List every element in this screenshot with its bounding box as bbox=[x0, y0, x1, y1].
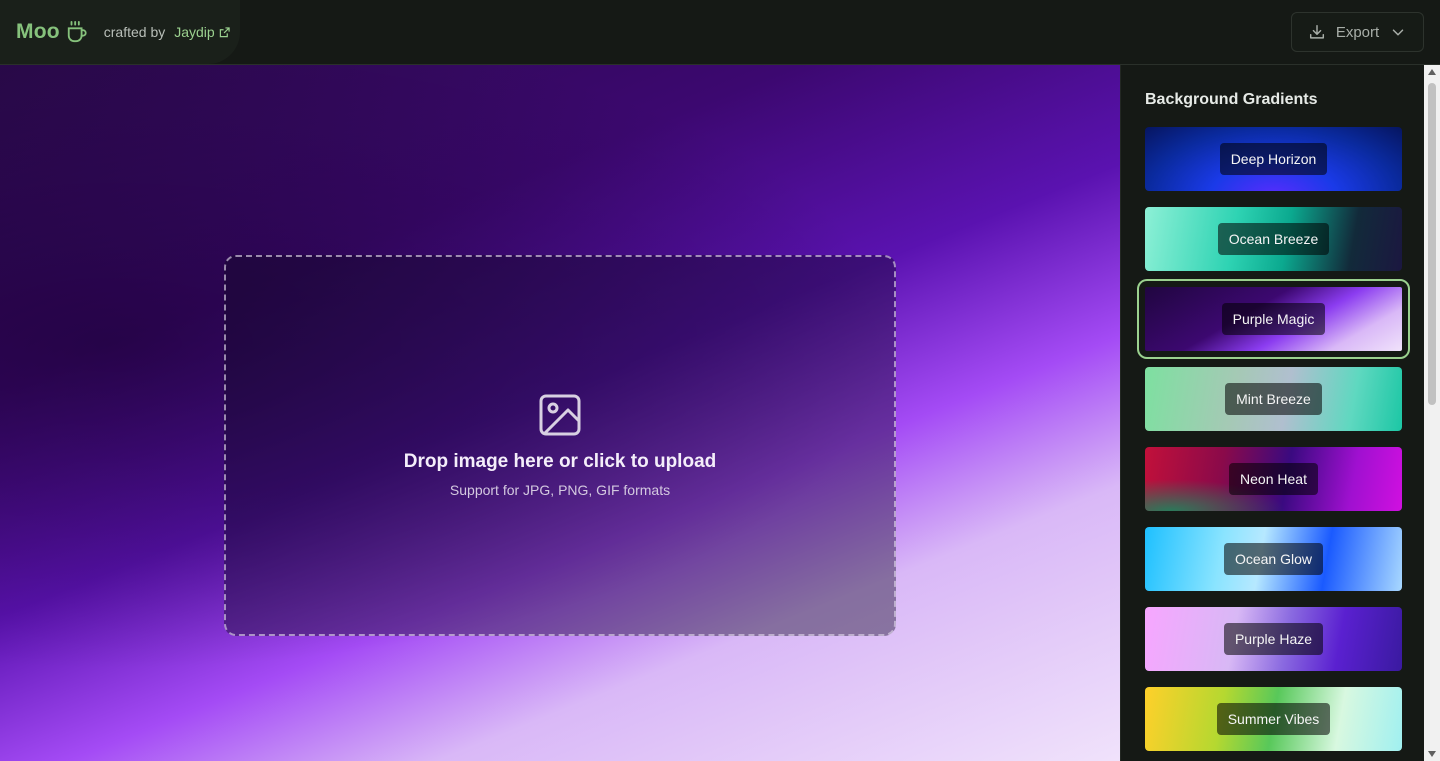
logo-text[interactable]: Moo bbox=[16, 20, 60, 44]
gradient-label: Neon Heat bbox=[1229, 463, 1318, 495]
image-icon bbox=[539, 394, 581, 436]
scroll-down-arrow-icon[interactable] bbox=[1428, 751, 1436, 757]
gradient-label: Summer Vibes bbox=[1216, 703, 1331, 735]
top-bar: Moo crafted by Jaydip Export bbox=[0, 0, 1440, 65]
sidebar-scrollbar[interactable] bbox=[1424, 65, 1440, 761]
gradient-label: Ocean Breeze bbox=[1217, 223, 1330, 255]
external-link-icon bbox=[219, 26, 230, 37]
upload-title: Drop image here or click to upload bbox=[403, 451, 717, 472]
gradient-card-ocean-glow[interactable]: Ocean Glow bbox=[1145, 527, 1402, 591]
download-icon bbox=[1309, 24, 1324, 39]
gradient-label: Purple Haze bbox=[1223, 623, 1324, 655]
image-dropzone[interactable]: Drop image here or click to upload Suppo… bbox=[224, 255, 896, 636]
crafted-by-label: crafted by bbox=[103, 24, 166, 40]
gradient-card-mint-breeze[interactable]: Mint Breeze bbox=[1145, 367, 1402, 431]
gradient-card-ocean-breeze[interactable]: Ocean Breeze bbox=[1145, 207, 1402, 271]
gradient-list: Deep Horizon Ocean Breeze Purple Magic Mint… bbox=[1137, 127, 1410, 751]
author-name: Jaydip bbox=[174, 24, 215, 40]
gradient-card-deep-horizon[interactable]: Deep Horizon bbox=[1145, 127, 1402, 191]
gradient-label: Purple Magic bbox=[1221, 303, 1326, 335]
chevron-down-icon bbox=[1392, 29, 1404, 36]
gradient-card-purple-magic[interactable]: Purple Magic bbox=[1137, 279, 1410, 359]
gradient-label: Ocean Glow bbox=[1223, 543, 1324, 575]
coffee-cup-icon bbox=[67, 21, 87, 43]
gradient-card-summer-vibes[interactable]: Summer Vibes bbox=[1145, 687, 1402, 751]
author-link[interactable]: Jaydip bbox=[174, 24, 230, 40]
export-label: Export bbox=[1335, 23, 1380, 41]
gradient-sidebar: Background Gradients Deep Horizon Ocean B… bbox=[1120, 65, 1424, 761]
gradient-card-purple-haze[interactable]: Purple Haze bbox=[1145, 607, 1402, 671]
sidebar-title: Background Gradients bbox=[1145, 91, 1318, 108]
gradient-label: Deep Horizon bbox=[1219, 143, 1328, 175]
upload-subtitle: Support for JPG, PNG, GIF formats bbox=[449, 482, 671, 498]
brand-area: Moo crafted by Jaydip bbox=[0, 0, 240, 64]
preview-canvas: Drop image here or click to upload Suppo… bbox=[0, 65, 1120, 761]
scroll-up-arrow-icon[interactable] bbox=[1428, 69, 1436, 75]
export-button[interactable]: Export bbox=[1291, 12, 1424, 52]
gradient-label: Mint Breeze bbox=[1225, 383, 1322, 415]
scroll-thumb[interactable] bbox=[1428, 83, 1436, 405]
gradient-card-neon-heat[interactable]: Neon Heat bbox=[1145, 447, 1402, 511]
